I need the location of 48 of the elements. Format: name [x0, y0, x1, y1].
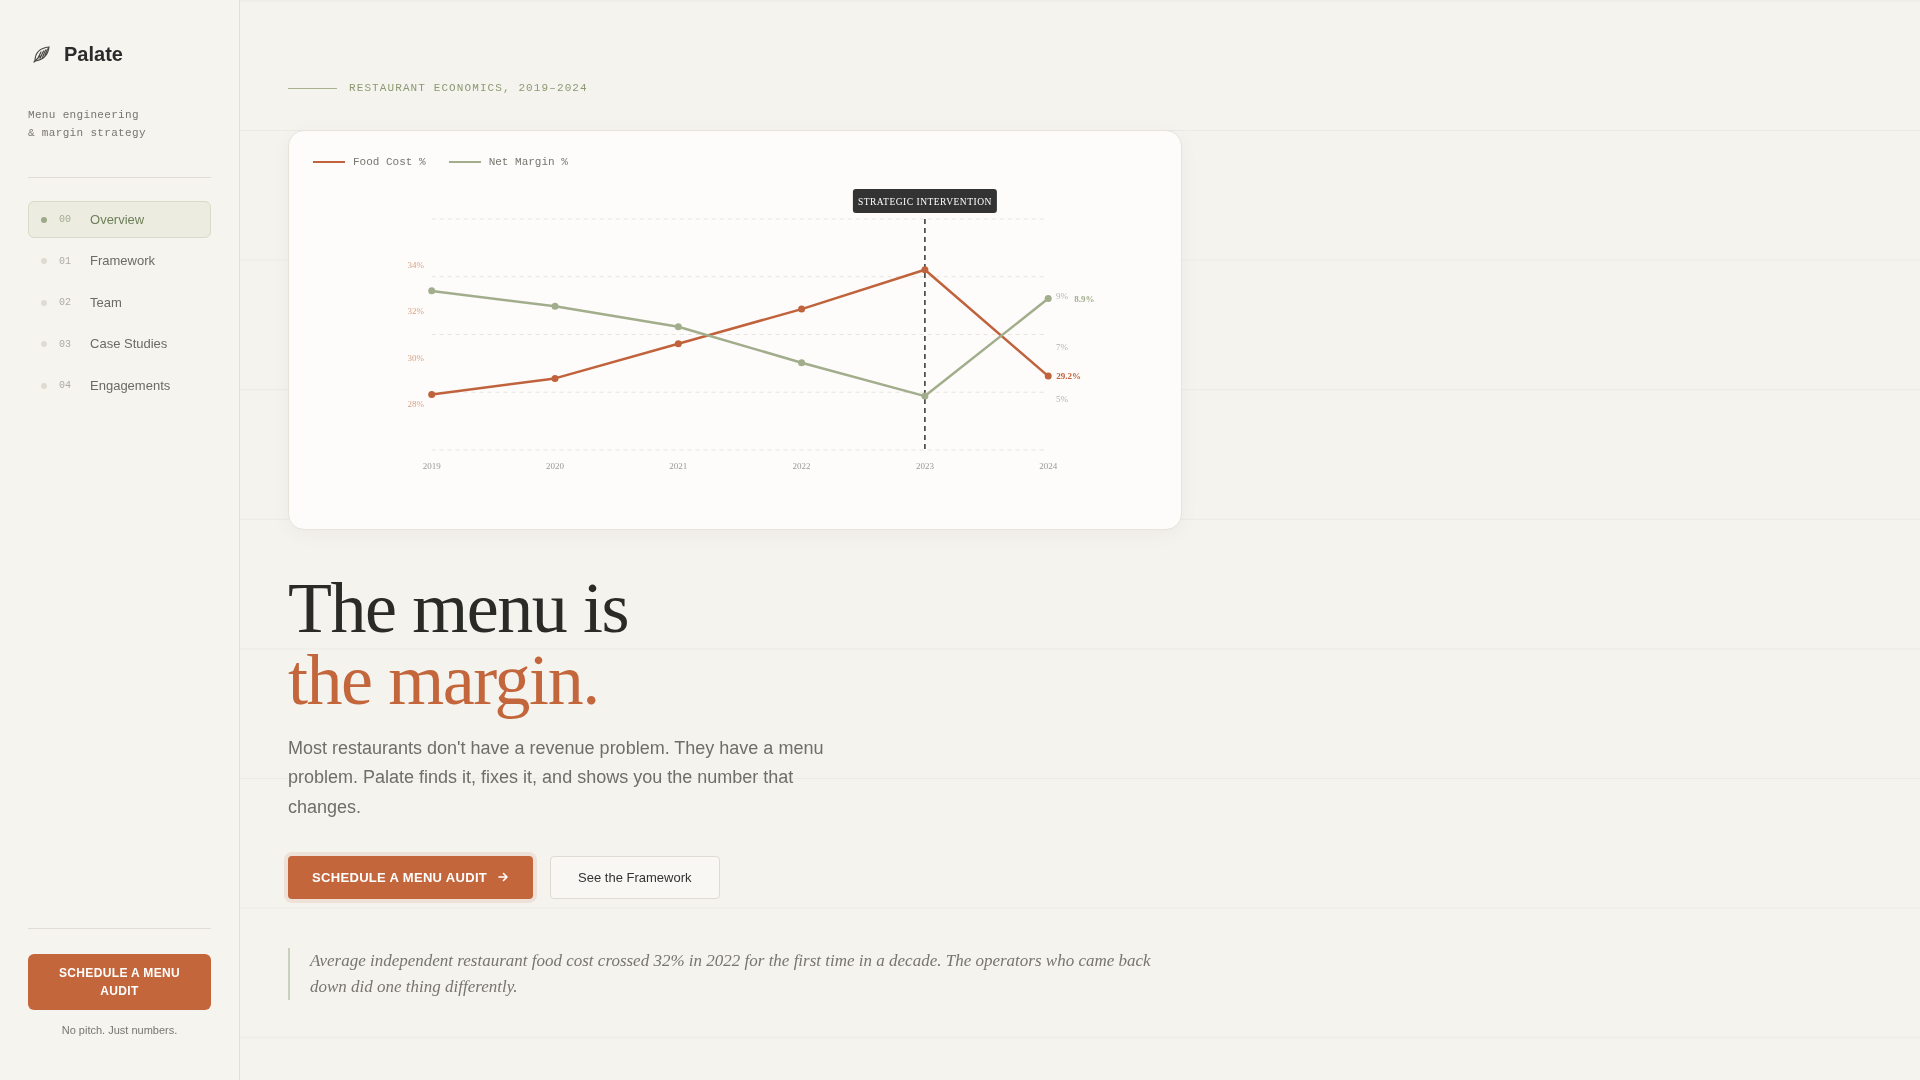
data-point — [1044, 295, 1052, 303]
brand-name: Palate — [64, 42, 123, 66]
nav-item[interactable]: 01 Framework — [28, 242, 211, 280]
reference-line-label: STRATEGIC INTERVENTION — [852, 189, 997, 213]
schedule-audit-button[interactable]: SCHEDULE A MENU AUDIT — [28, 954, 211, 1010]
x-axis-label: 2023 — [915, 461, 934, 471]
data-point — [428, 287, 436, 295]
y-axis-label: 9% — [1056, 291, 1068, 301]
value-label: 8.9% — [1074, 293, 1095, 304]
section-eyebrow: RESTAURANT ECONOMICS, 2019–2024 — [349, 81, 588, 96]
data-point — [551, 374, 559, 382]
value-label: 29.2% — [1056, 371, 1081, 382]
schedule-audit-button[interactable]: SCHEDULE A MENU AUDIT — [288, 855, 534, 899]
legend-label: Food Cost % — [353, 155, 426, 169]
y-axis-label: 28% — [407, 398, 424, 409]
y-axis-label: 34% — [407, 260, 424, 271]
data-point — [428, 391, 436, 399]
data-point — [798, 305, 806, 313]
x-axis-label: 2020 — [546, 461, 564, 471]
y-axis-label: 7% — [1056, 342, 1068, 353]
x-axis-label: 2022 — [792, 461, 811, 471]
headline: The menu is — [288, 572, 629, 644]
data-point — [674, 340, 682, 348]
data-point — [921, 392, 929, 400]
pull-quote: Average independent restaurant food cost crossed 32% in 2022 for the first time in a decade. The operators who came back down did one thing differently. — [288, 947, 1172, 1000]
tagline: Menu engineering & margin strategy — [28, 108, 146, 141]
data-point — [798, 359, 806, 367]
x-axis-label: 2019 — [422, 461, 441, 471]
legend-label: Net Margin % — [488, 155, 568, 169]
nav-item[interactable]: 04 Engagements — [28, 367, 211, 404]
y-axis-label: 30% — [407, 352, 424, 363]
nav-item[interactable]: 02 Team — [28, 284, 211, 321]
ref-line-label: STRATEGIC INTERVENTION — [857, 196, 992, 207]
leaf-icon — [32, 44, 52, 64]
y-axis-label: 32% — [407, 306, 424, 317]
lead-paragraph: Most restaurants don't have a revenue problem. They have a menu problem. Palate finds it, fixes it, and shows you the number that changes. — [288, 737, 825, 819]
data-point — [921, 266, 929, 274]
nav-item[interactable]: 00 Overview — [28, 201, 211, 238]
x-axis-label: 2024 — [1039, 461, 1058, 471]
x-axis-label: 2021 — [669, 461, 688, 471]
cta-note: No pitch. Just numbers. — [61, 1023, 178, 1037]
arrow-right-icon — [498, 872, 509, 883]
data-point — [1044, 372, 1052, 380]
y-axis-label: 5% — [1056, 393, 1068, 404]
nav-item[interactable]: 03 Case Studies — [28, 325, 211, 363]
data-point — [551, 302, 559, 310]
data-point — [674, 323, 682, 331]
framework-button[interactable]: See the Framework — [550, 855, 720, 899]
